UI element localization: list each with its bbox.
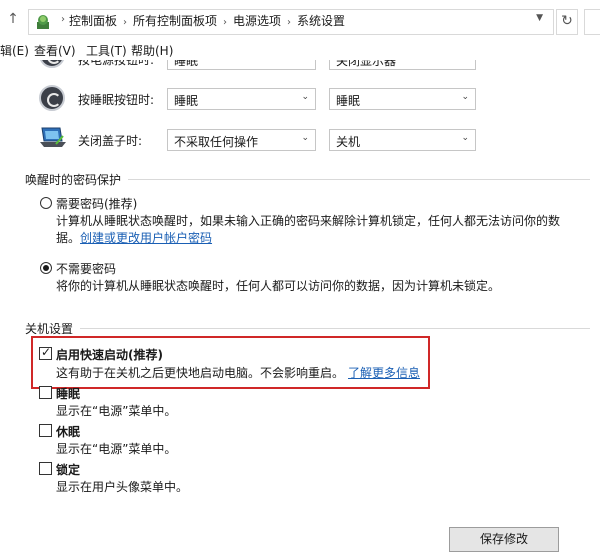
menu-edit[interactable]: 辑(E): [0, 42, 29, 59]
lock-checkbox[interactable]: [39, 462, 52, 475]
power-button-row-clipped: 按电源按钮时: 睡眠 关闭显示器: [0, 60, 600, 72]
lid-row-label: 关闭盖子时:: [78, 134, 143, 148]
power-button-plugged-select[interactable]: 关闭显示器: [329, 60, 476, 70]
checkmark-icon: ✓: [41, 345, 52, 359]
no-password-desc: 将你的计算机从睡眠状态唤醒时，任何人都可以访问你的数据，因为计算机未锁定。: [56, 279, 501, 293]
sleep-row-label: 按睡眠按钮时:: [78, 93, 155, 107]
breadcrumb-separator: ›: [61, 14, 65, 25]
control-panel-icon: [37, 15, 49, 29]
chevron-down-icon[interactable]: ▼: [536, 13, 543, 23]
up-arrow-icon[interactable]: ↑: [6, 10, 20, 28]
sleep-desc: 显示在“电源”菜单中。: [56, 404, 177, 418]
divider: [80, 328, 590, 329]
require-password-desc-end: 据。: [56, 231, 81, 245]
lock-label[interactable]: 锁定: [56, 461, 80, 478]
create-password-link[interactable]: 创建或更改用户帐户密码: [80, 231, 212, 245]
fast-startup-label[interactable]: 启用快速启动(推荐): [56, 346, 163, 363]
require-password-desc-cont: 据。创建或更改用户帐户密码: [56, 229, 212, 246]
menu-bar: 辑(E) 查看(V) 工具(T) 帮助(H): [0, 40, 600, 60]
search-box-edge[interactable]: [584, 9, 600, 35]
address-bar-area: ↑ › 控制面板 › 所有控制面板项 › 电源选项 › 系统设置 ▼ ↻: [0, 0, 600, 40]
breadcrumb-item[interactable]: 所有控制面板项: [133, 14, 217, 28]
lock-desc: 显示在用户头像菜单中。: [56, 480, 189, 494]
select-value: 关闭显示器: [336, 60, 397, 68]
sleep-button-battery-select[interactable]: 睡眠 ⌄: [167, 88, 316, 110]
address-bar[interactable]: › 控制面板 › 所有控制面板项 › 电源选项 › 系统设置 ▼: [28, 9, 554, 35]
select-value: 睡眠: [174, 60, 199, 68]
chevron-down-icon: ⌄: [461, 92, 469, 102]
laptop-lid-icon: [40, 127, 66, 147]
password-group-heading: 唤醒时的密码保护: [25, 173, 122, 187]
menu-help[interactable]: 帮助(H): [131, 42, 173, 59]
sleep-checkbox[interactable]: [39, 386, 52, 399]
hibernate-label[interactable]: 休眠: [56, 423, 80, 440]
sleep-button-icon: [39, 85, 65, 111]
sleep-button-plugged-select[interactable]: 睡眠 ⌄: [329, 88, 476, 110]
hibernate-checkbox[interactable]: [39, 424, 52, 437]
fast-startup-checkbox[interactable]: ✓: [39, 345, 52, 360]
learn-more-link[interactable]: 了解更多信息: [348, 366, 420, 380]
power-row-label: 按电源按钮时:: [78, 60, 155, 67]
breadcrumb: 控制面板 › 所有控制面板项 › 电源选项 › 系统设置: [69, 14, 346, 28]
save-changes-button[interactable]: 保存修改: [449, 527, 559, 552]
breadcrumb-item[interactable]: 系统设置: [297, 14, 345, 28]
hibernate-desc: 显示在“电源”菜单中。: [56, 442, 177, 456]
power-button-battery-select[interactable]: 睡眠: [167, 60, 316, 70]
fast-startup-desc-line: 这有助于在关机之后更快地启动电脑。不会影响重启。 了解更多信息: [56, 364, 420, 381]
menu-view[interactable]: 查看(V): [34, 42, 76, 59]
lid-plugged-select[interactable]: 关机 ⌄: [329, 129, 476, 151]
breadcrumb-item[interactable]: 电源选项: [233, 14, 281, 28]
select-value: 关机: [336, 135, 361, 149]
divider: [128, 179, 590, 180]
no-password-radio[interactable]: [40, 262, 52, 274]
chevron-down-icon: ⌄: [461, 133, 469, 143]
require-password-desc: 计算机从睡眠状态唤醒时，如果未输入正确的密码来解除计算机锁定，任何人都无法访问你…: [56, 214, 561, 228]
refresh-icon[interactable]: ↻: [556, 9, 578, 35]
fast-startup-desc: 这有助于在关机之后更快地启动电脑。不会影响重启。: [56, 366, 345, 380]
chevron-down-icon: ⌄: [301, 92, 309, 102]
power-button-icon: [39, 60, 65, 68]
select-value: 睡眠: [174, 94, 199, 108]
select-value: 睡眠: [336, 94, 361, 108]
require-password-label[interactable]: 需要密码(推荐): [56, 195, 137, 212]
sleep-label[interactable]: 睡眠: [56, 385, 80, 402]
select-value: 不采取任何操作: [174, 135, 259, 149]
no-password-label[interactable]: 不需要密码: [56, 260, 116, 277]
lid-battery-select[interactable]: 不采取任何操作 ⌄: [167, 129, 316, 151]
breadcrumb-item[interactable]: 控制面板: [69, 14, 117, 28]
chevron-down-icon: ⌄: [301, 133, 309, 143]
shutdown-group-heading: 关机设置: [25, 322, 74, 336]
require-password-radio[interactable]: [40, 197, 52, 209]
menu-tools[interactable]: 工具(T): [86, 42, 127, 59]
